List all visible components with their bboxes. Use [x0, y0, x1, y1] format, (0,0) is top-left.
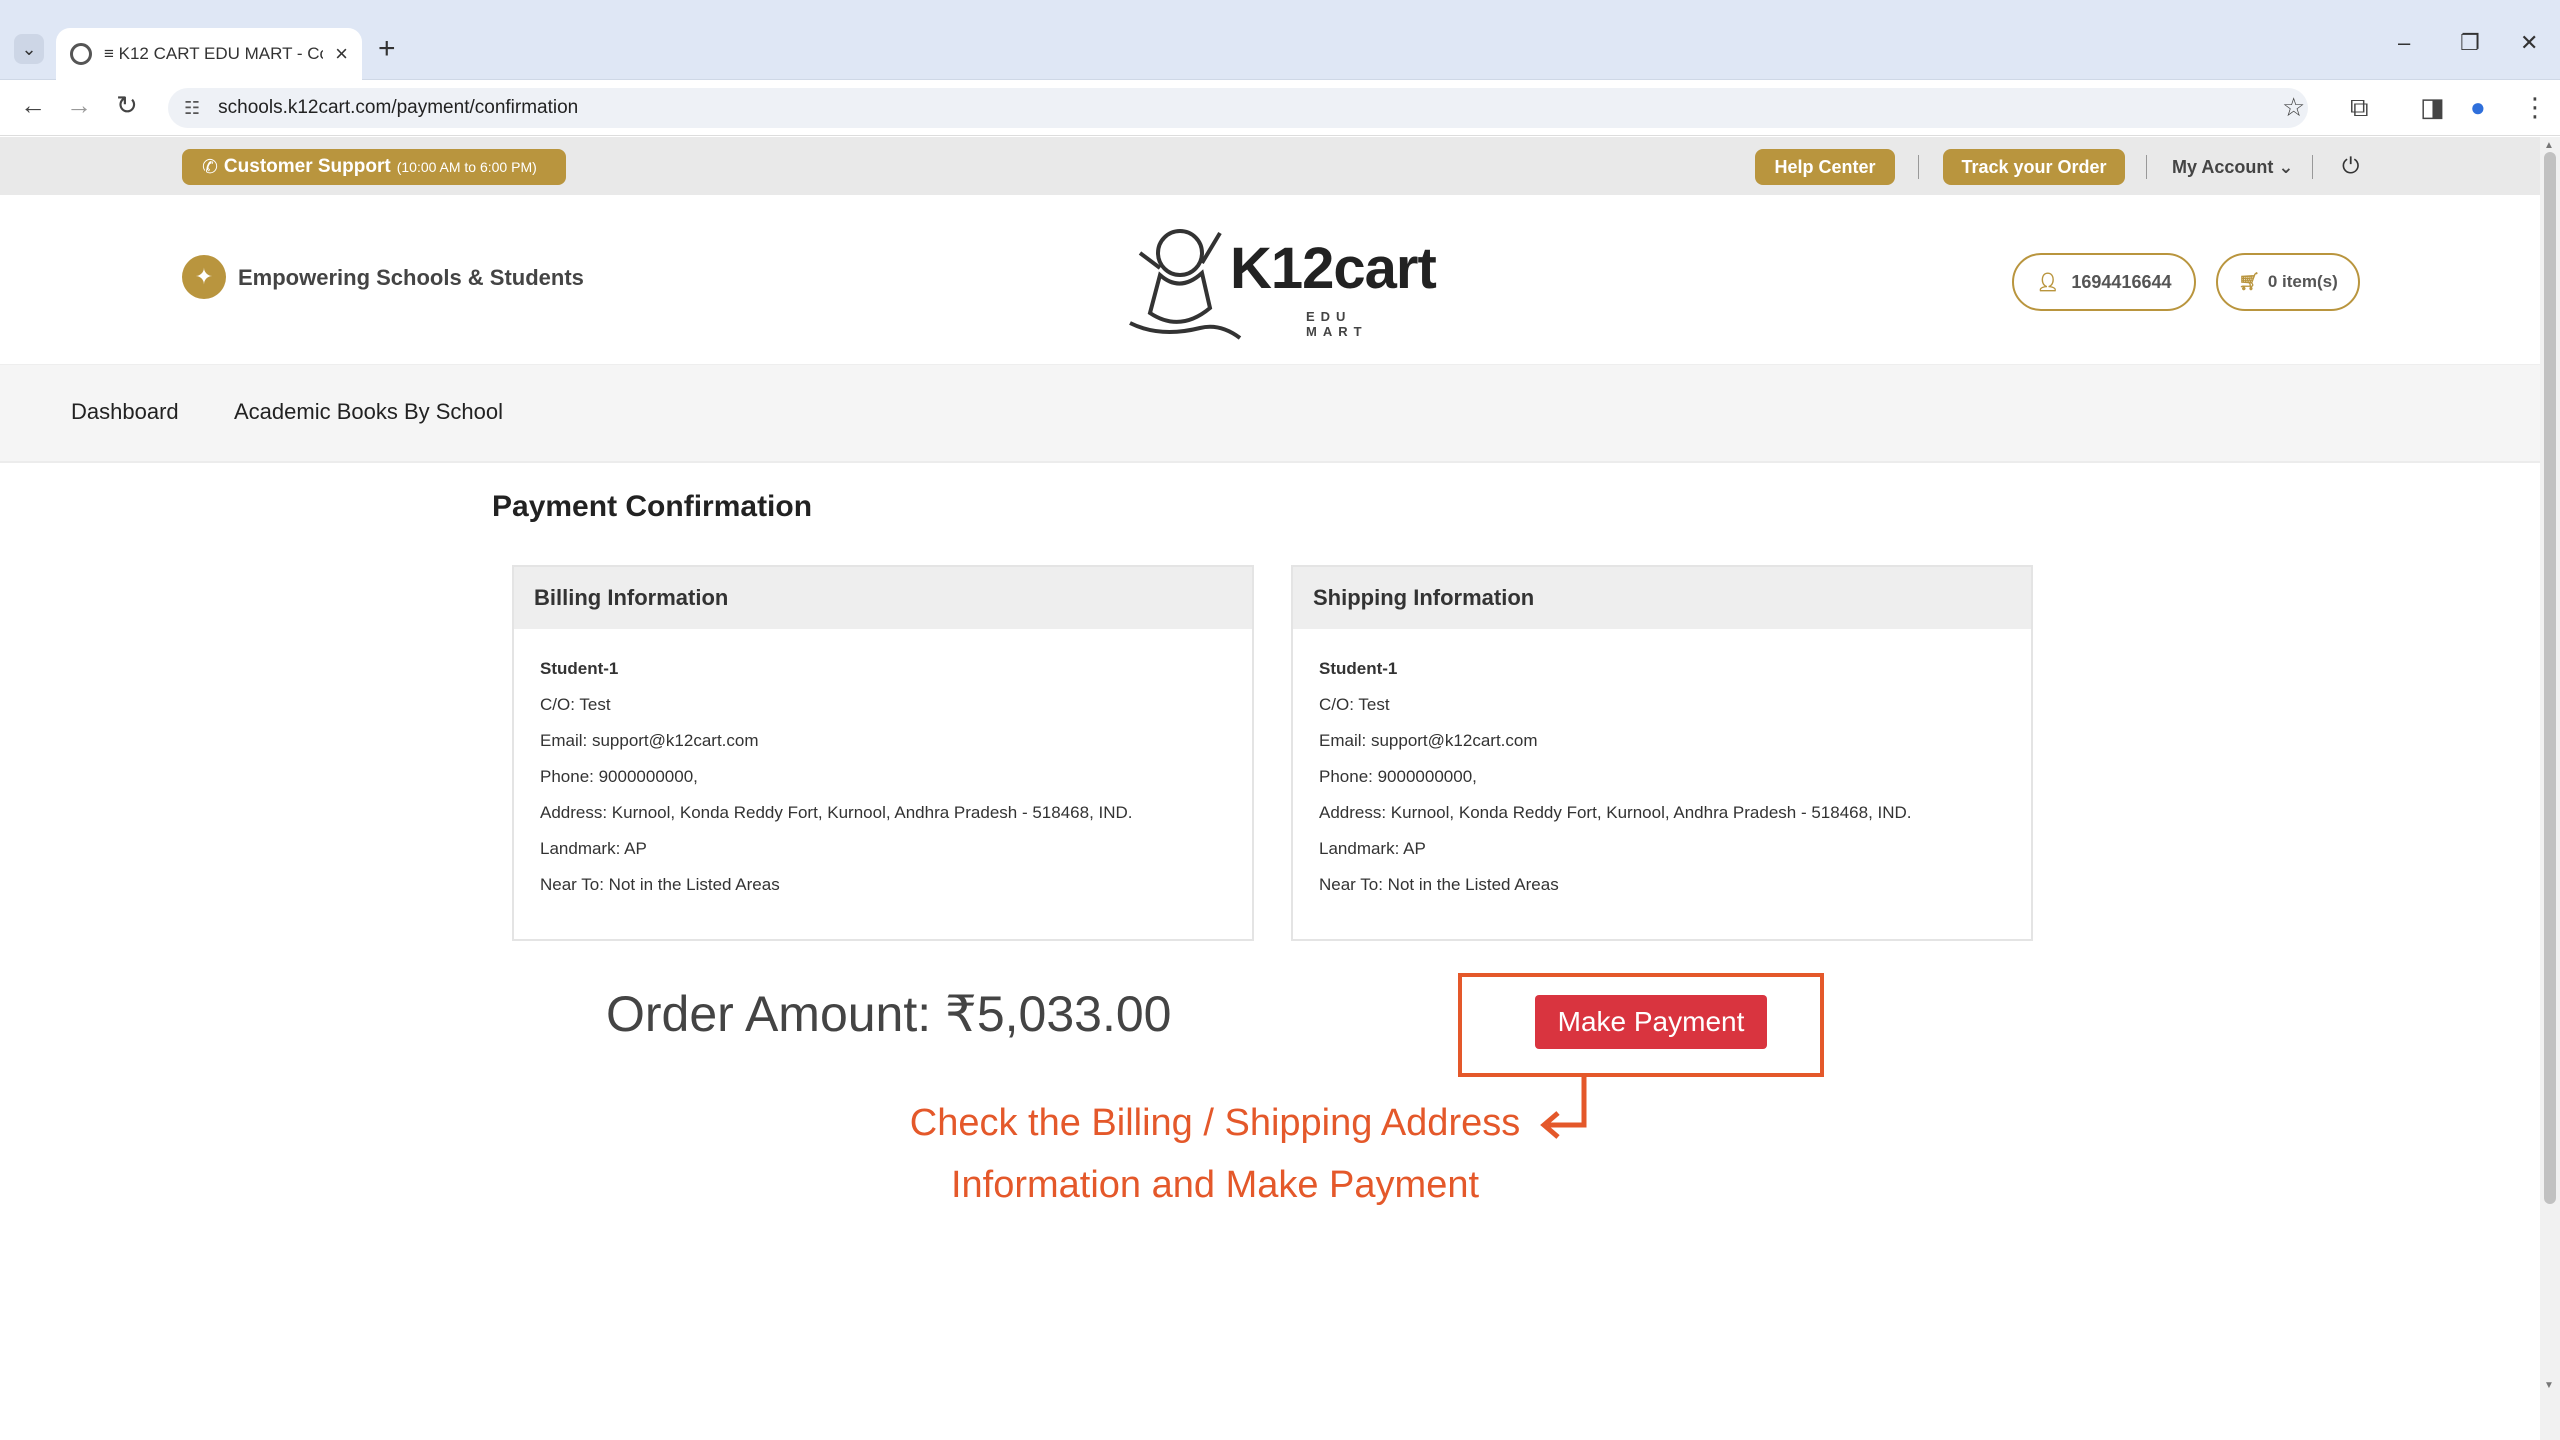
order-amount: Order Amount: ₹5,033.00: [606, 986, 1172, 1042]
billing-co: C/O: Test: [540, 695, 611, 714]
billing-address: Address: Kurnool, Konda Reddy Fort, Kurn…: [540, 803, 1133, 822]
browser-toolbar: ← → ↻ ☷ schools.k12cart.com/payment/conf…: [0, 80, 2560, 136]
my-account-dropdown[interactable]: My Account ⌄: [2172, 157, 2293, 178]
annotation-text: Check the Billing / Shipping Address Inf…: [850, 1092, 1580, 1216]
profile-icon[interactable]: ●: [2470, 92, 2486, 123]
divider: [1918, 155, 1919, 179]
shipping-landmark: Landmark: AP: [1319, 839, 1426, 858]
tab-title: ≡ K12 CART EDU MART - Comp: [104, 44, 323, 63]
tagline: Empowering Schools & Students: [238, 265, 584, 290]
cart-button[interactable]: 🛒︎ 0 item(s): [2216, 253, 2360, 311]
emblem-icon: ✦: [182, 255, 226, 299]
shipping-card: Shipping Information Student-1 C/O: Test…: [1291, 565, 2033, 941]
close-tab-icon[interactable]: ×: [335, 41, 348, 67]
make-payment-button[interactable]: Make Payment: [1535, 995, 1767, 1049]
main-nav: Dashboard Academic Books By School: [0, 365, 2540, 463]
site-header: ✦ Empowering Schools & Students K12cart …: [0, 195, 2540, 365]
billing-landmark: Landmark: AP: [540, 839, 647, 858]
divider: [2312, 155, 2313, 179]
close-window-icon[interactable]: ✕: [2520, 30, 2538, 56]
annotation-line-2: Information and Make Payment: [950, 1164, 1480, 1206]
k12cart-logo[interactable]: K12cart EDU MART: [1120, 213, 1437, 343]
track-order-button[interactable]: Track your Order: [1943, 149, 2125, 185]
globe-icon: [70, 43, 92, 65]
shipping-email: Email: support@k12cart.com: [1319, 731, 1538, 750]
logo-brand: K12cart: [1230, 236, 1437, 301]
divider: [2146, 155, 2147, 179]
shipping-address: Address: Kurnool, Konda Reddy Fort, Kurn…: [1319, 803, 1912, 822]
logout-power-icon[interactable]: ⏻: [2342, 153, 2359, 179]
shipping-co: C/O: Test: [1319, 695, 1390, 714]
annotation-line-1: Check the Billing / Shipping Address: [909, 1102, 1521, 1144]
shipping-phone: Phone: 9000000000,: [1319, 767, 1477, 786]
billing-name: Student-1: [540, 659, 619, 678]
browser-tab-bar: ⌄ ≡ K12 CART EDU MART - Comp × + – ❐ ✕: [0, 0, 2560, 80]
new-tab-icon[interactable]: +: [378, 34, 396, 64]
shipping-near-to: Near To: Not in the Listed Areas: [1319, 875, 1559, 894]
url-text: schools.k12cart.com/payment/confirmation: [218, 97, 579, 118]
nav-academic-books[interactable]: Academic Books By School: [234, 399, 503, 425]
utility-bar: ✆ Customer Support (10:00 AM to 6:00 PM)…: [0, 137, 2540, 195]
reload-icon[interactable]: ↻: [116, 90, 138, 121]
customer-support-button[interactable]: ✆ Customer Support (10:00 AM to 6:00 PM): [182, 149, 566, 185]
user-account-button[interactable]: 👤︎ 1694416644: [2012, 253, 2196, 311]
cart-count: 0 item(s): [2267, 272, 2338, 291]
minimize-icon[interactable]: –: [2398, 30, 2410, 56]
support-hours: (10:00 AM to 6:00 PM): [396, 159, 537, 175]
billing-email: Email: support@k12cart.com: [540, 731, 759, 750]
forward-icon[interactable]: →: [66, 90, 92, 121]
scroll-down-icon[interactable]: ▼: [2544, 1380, 2554, 1391]
nav-dashboard[interactable]: Dashboard: [71, 399, 179, 425]
shipping-heading: Shipping Information: [1293, 567, 2031, 629]
billing-phone: Phone: 9000000000,: [540, 767, 698, 786]
help-center-button[interactable]: Help Center: [1755, 149, 1895, 185]
address-bar[interactable]: ☷ schools.k12cart.com/payment/confirmati…: [168, 88, 2308, 128]
user-icon: 👤︎: [2036, 271, 2060, 292]
billing-card: Billing Information Student-1 C/O: Test …: [512, 565, 1254, 941]
site-info-icon[interactable]: ☷: [184, 98, 200, 119]
support-label: Customer Support: [223, 156, 391, 177]
browser-tab[interactable]: ≡ K12 CART EDU MART - Comp ×: [56, 28, 362, 80]
shipping-name: Student-1: [1319, 659, 1398, 678]
user-id: 1694416644: [2071, 271, 2172, 292]
scroll-up-icon[interactable]: ▲: [2544, 140, 2554, 151]
back-icon[interactable]: ←: [20, 90, 46, 121]
tab-search-icon[interactable]: ⌄: [14, 34, 44, 64]
scrollbar-thumb[interactable]: [2544, 152, 2556, 1204]
side-panel-icon[interactable]: ◨: [2420, 92, 2445, 123]
cart-icon: 🛒︎: [2238, 272, 2260, 291]
billing-near-to: Near To: Not in the Listed Areas: [540, 875, 780, 894]
billing-heading: Billing Information: [514, 567, 1252, 629]
page-title: Payment Confirmation: [492, 490, 813, 523]
logo-subtitle: EDU MART: [1306, 309, 1368, 339]
browser-menu-icon[interactable]: ⋮: [2522, 92, 2548, 123]
my-account-label: My Account: [2172, 157, 2274, 177]
phone-icon: ✆: [202, 156, 218, 178]
restore-icon[interactable]: ❐: [2460, 30, 2480, 56]
bookmark-star-icon[interactable]: ☆: [2282, 92, 2305, 123]
chevron-down-icon: ⌄: [2278, 157, 2294, 177]
extensions-icon[interactable]: ⧉: [2350, 92, 2369, 124]
